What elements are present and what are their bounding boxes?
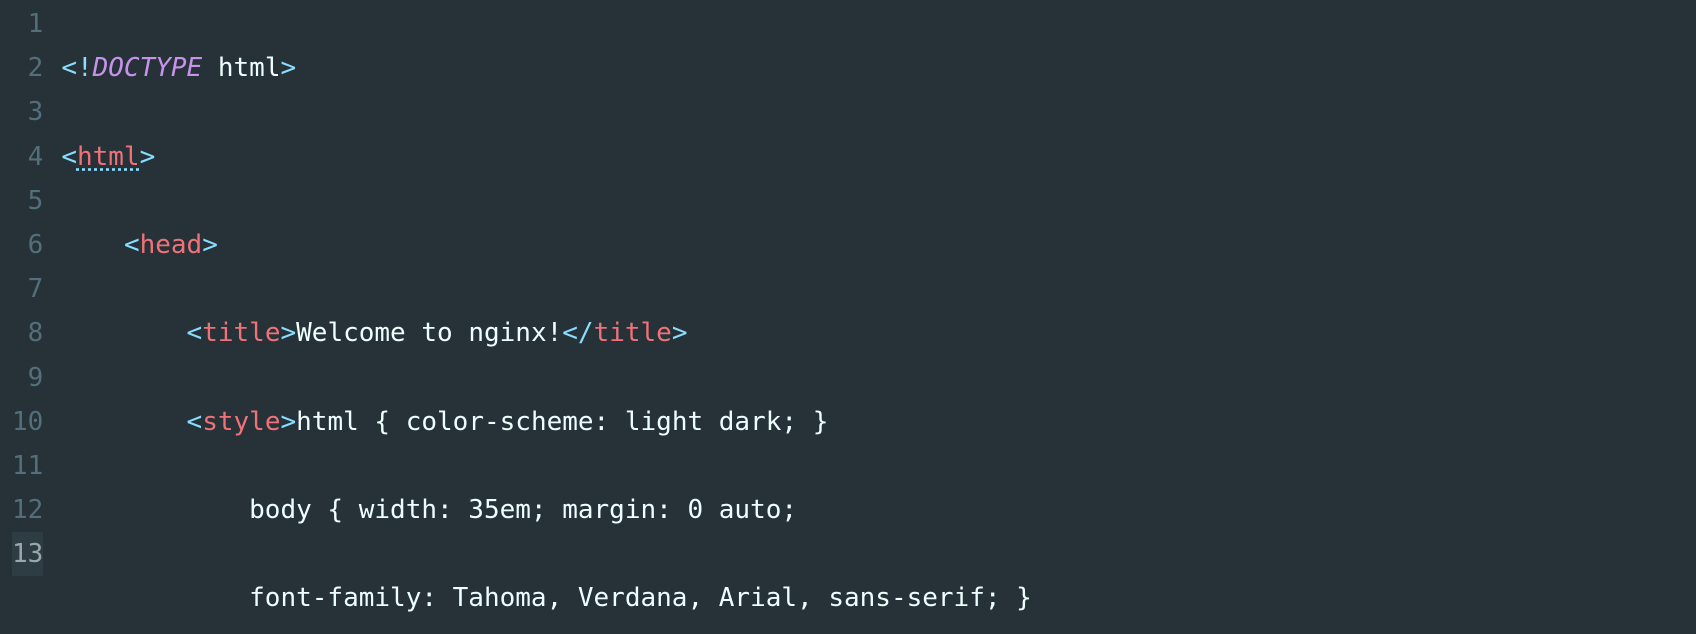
line-number: 11 xyxy=(12,444,43,488)
code-line[interactable]: <html> xyxy=(61,135,1696,179)
indent xyxy=(61,583,249,613)
tag-name: title xyxy=(202,318,280,348)
punct: > xyxy=(280,53,296,83)
line-number: 9 xyxy=(12,356,43,400)
punct: </ xyxy=(562,318,593,348)
code-line[interactable]: body { width: 35em; margin: 0 auto; xyxy=(61,488,1696,532)
doctype-keyword: DOCTYPE xyxy=(93,53,203,83)
punct: < xyxy=(124,230,140,260)
line-number: 7 xyxy=(12,267,43,311)
line-number: 6 xyxy=(12,223,43,267)
punct: <! xyxy=(61,53,92,83)
text-content: Welcome to nginx! xyxy=(296,318,562,348)
line-number: 3 xyxy=(12,90,43,134)
punct: > xyxy=(280,407,296,437)
line-number: 1 xyxy=(12,2,43,46)
tag-name: style xyxy=(202,407,280,437)
punct: > xyxy=(202,230,218,260)
punct: < xyxy=(187,318,203,348)
punct: > xyxy=(280,318,296,348)
punct: > xyxy=(140,142,156,172)
code-line[interactable]: font-family: Tahoma, Verdana, Arial, san… xyxy=(61,576,1696,620)
code-line[interactable]: <!DOCTYPE html> xyxy=(61,46,1696,90)
code-area[interactable]: <!DOCTYPE html> <html> <head> <title>Wel… xyxy=(61,0,1696,634)
punct: < xyxy=(187,407,203,437)
line-number: 4 xyxy=(12,135,43,179)
indent xyxy=(61,318,186,348)
tag-name: html xyxy=(77,142,140,172)
indent xyxy=(61,407,186,437)
tag-name: title xyxy=(594,318,672,348)
doctype-text xyxy=(202,53,218,83)
line-number-gutter: 1 2 3 4 5 6 7 8 9 10 11 12 13 xyxy=(0,0,61,634)
indent xyxy=(61,230,124,260)
css-text: body { width: 35em; margin: 0 auto; xyxy=(249,495,797,525)
line-number: 12 xyxy=(12,488,43,532)
code-line[interactable]: <head> xyxy=(61,223,1696,267)
indent xyxy=(61,495,249,525)
line-number: 10 xyxy=(12,400,43,444)
css-text: html { color-scheme: light dark; } xyxy=(296,407,828,437)
code-line[interactable]: <title>Welcome to nginx!</title> xyxy=(61,311,1696,355)
code-line[interactable]: <style>html { color-scheme: light dark; … xyxy=(61,400,1696,444)
doctype-text: html xyxy=(218,53,281,83)
css-text: font-family: Tahoma, Verdana, Arial, san… xyxy=(249,583,1032,613)
punct: > xyxy=(672,318,688,348)
line-number: 5 xyxy=(12,179,43,223)
code-editor[interactable]: 1 2 3 4 5 6 7 8 9 10 11 12 13 <!DOCTYPE … xyxy=(0,0,1696,634)
tag-name: head xyxy=(140,230,203,260)
line-number-current: 13 xyxy=(12,532,43,576)
punct: < xyxy=(61,142,77,172)
line-number: 8 xyxy=(12,311,43,355)
line-number: 2 xyxy=(12,46,43,90)
